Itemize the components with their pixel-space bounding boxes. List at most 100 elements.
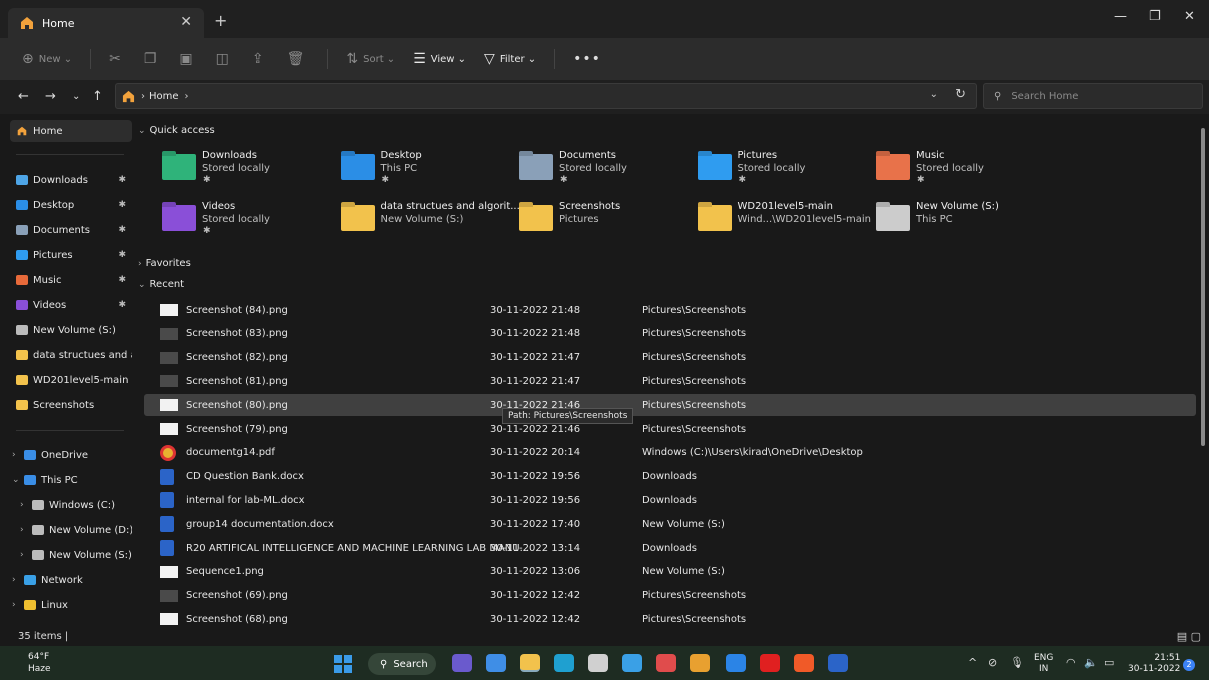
network-off-icon[interactable]: ⊘: [988, 656, 997, 669]
taskbar-app-icon[interactable]: [622, 654, 642, 672]
notification-badge[interactable]: 2: [1183, 659, 1195, 671]
quick-access-tile[interactable]: Screenshots Pictures: [519, 201, 697, 245]
expand-chevron-icon[interactable]: ›: [20, 500, 24, 510]
cut-button[interactable]: ✂: [109, 51, 126, 67]
taskbar-app-icon[interactable]: [794, 654, 814, 672]
recent-file-row[interactable]: Screenshot (84).png 30-11-2022 21:48 Pictu…: [144, 299, 1196, 321]
taskbar-search-button[interactable]: ⚲ Search: [368, 653, 436, 675]
taskbar-app-icon[interactable]: [726, 654, 746, 672]
recent-file-row[interactable]: Screenshot (79).png 30-11-2022 21:46 Pictu…: [144, 418, 1196, 440]
quick-access-tile[interactable]: data structues and algorit... New Volume …: [340, 201, 520, 245]
tab-close-icon[interactable]: ✕: [180, 14, 192, 30]
view-button[interactable]: ☰ View ⌄: [413, 51, 466, 67]
copy-button[interactable]: ❐: [144, 51, 162, 67]
pin-icon[interactable]: ✱: [118, 200, 126, 210]
sidebar-tree-item[interactable]: › Network: [10, 569, 132, 591]
taskbar-app-icon[interactable]: [690, 654, 710, 672]
pin-icon[interactable]: ✱: [118, 300, 126, 310]
taskbar-app-icon[interactable]: [588, 654, 608, 672]
taskbar-app-icon[interactable]: [520, 654, 540, 672]
wifi-icon[interactable]: ◠: [1066, 656, 1076, 669]
sidebar-item-recent-folder[interactable]: New Volume (S:): [10, 319, 132, 341]
sidebar-item-home[interactable]: Home: [10, 120, 132, 142]
sidebar-item-documents[interactable]: Documents ✱: [10, 219, 132, 241]
start-button[interactable]: [334, 655, 352, 673]
expand-chevron-icon[interactable]: ⌄: [12, 475, 20, 485]
pin-icon[interactable]: ✱: [118, 225, 126, 235]
battery-icon[interactable]: ▭: [1104, 656, 1114, 669]
sidebar-item-recent-folder[interactable]: Screenshots: [10, 394, 132, 416]
taskbar-app-icon[interactable]: [760, 654, 780, 672]
recent-file-row[interactable]: group14 documentation.docx 30-11-2022 17:…: [144, 513, 1196, 535]
sidebar-item-videos[interactable]: Videos ✱: [10, 294, 132, 316]
quick-access-tile[interactable]: Desktop This PC ✱: [340, 150, 519, 194]
rename-button[interactable]: ◫: [216, 51, 234, 67]
quick-access-tile[interactable]: Documents Stored locally ✱: [519, 150, 697, 194]
quick-access-tile[interactable]: Downloads Stored locally ✱: [162, 150, 340, 194]
expand-chevron-icon[interactable]: ›: [12, 575, 16, 585]
sidebar-tree-item[interactable]: › Windows (C:): [10, 494, 132, 516]
sidebar-item-pictures[interactable]: Pictures ✱: [10, 244, 132, 266]
delete-button[interactable]: 🗑: [287, 51, 310, 67]
new-tab-button[interactable]: +: [214, 11, 227, 30]
breadcrumb-home[interactable]: Home: [149, 91, 179, 102]
sidebar-item-music[interactable]: Music ✱: [10, 269, 132, 291]
share-button[interactable]: ⇪: [252, 51, 269, 67]
breadcrumb-separator[interactable]: ›: [185, 91, 189, 102]
quick-access-tile[interactable]: Music Stored locally ✱: [876, 150, 1054, 194]
sidebar-tree-item[interactable]: › OneDrive: [10, 444, 132, 466]
recent-file-row[interactable]: Screenshot (82).png 30-11-2022 21:47 Pictu…: [144, 347, 1196, 369]
recent-file-row[interactable]: Sequence1.png 30-11-2022 13:06 New Volume …: [144, 561, 1196, 583]
taskbar-app-icon[interactable]: [452, 654, 472, 672]
recent-locations-chevron-icon[interactable]: ⌄: [72, 91, 80, 102]
clock[interactable]: 21:51 30-11-2022: [1128, 653, 1180, 675]
tray-overflow-icon[interactable]: ^: [968, 656, 977, 669]
quick-access-tile[interactable]: Pictures Stored locally ✱: [697, 150, 876, 194]
vertical-scrollbar[interactable]: [1201, 128, 1205, 446]
expand-chevron-icon[interactable]: ›: [12, 450, 16, 460]
sidebar-item-recent-folder[interactable]: WD201level5-main: [10, 369, 132, 391]
recent-file-row[interactable]: Screenshot (69).png 30-11-2022 12:42 Pictu…: [144, 585, 1196, 607]
sort-button[interactable]: ⇅ Sort ⌄: [346, 51, 395, 67]
speaker-icon[interactable]: 🔈: [1084, 656, 1098, 669]
weather-widget[interactable]: 64°F Haze: [28, 651, 51, 675]
microphone-icon[interactable]: 🎙: [1010, 656, 1024, 669]
minimize-button[interactable]: —: [1114, 9, 1127, 24]
sidebar-tree-item[interactable]: › New Volume (D:): [10, 519, 132, 541]
up-arrow-icon[interactable]: ↑: [92, 89, 103, 104]
sidebar-tree-item[interactable]: › Linux: [10, 594, 132, 616]
back-arrow-icon[interactable]: ←: [18, 89, 29, 104]
taskbar-app-icon[interactable]: [554, 654, 574, 672]
restore-button[interactable]: ❐: [1149, 9, 1161, 24]
recent-file-row[interactable]: internal for lab-ML.docx 30-11-2022 19:56…: [144, 489, 1196, 511]
sidebar-item-downloads[interactable]: Downloads ✱: [10, 169, 132, 191]
more-options-button[interactable]: •••: [573, 51, 601, 67]
search-input[interactable]: [1011, 90, 1182, 102]
taskbar-app-icon[interactable]: [656, 654, 676, 672]
forward-arrow-icon[interactable]: →: [45, 89, 56, 104]
filter-button[interactable]: ▽ Filter ⌄: [484, 51, 536, 67]
pin-icon[interactable]: ✱: [118, 275, 126, 285]
sidebar-tree-item[interactable]: ⌄ This PC: [10, 469, 132, 491]
tab-home[interactable]: Home ✕: [8, 8, 204, 38]
sidebar-item-desktop[interactable]: Desktop ✱: [10, 194, 132, 216]
taskbar-app-icon[interactable]: [486, 654, 506, 672]
address-dropdown-icon[interactable]: ⌄: [930, 89, 938, 100]
language-indicator[interactable]: ENG IN: [1034, 653, 1053, 675]
recent-file-row[interactable]: documentg14.pdf 30-11-2022 20:14 Windows (…: [144, 442, 1196, 464]
pin-icon[interactable]: ✱: [118, 250, 126, 260]
sidebar-tree-item[interactable]: › New Volume (S:): [10, 544, 132, 566]
taskbar-app-icon[interactable]: [828, 654, 848, 672]
close-window-button[interactable]: ✕: [1184, 9, 1195, 24]
recent-file-row[interactable]: Screenshot (83).png 30-11-2022 21:48 Pictu…: [144, 323, 1196, 345]
new-button[interactable]: ⊕ New ⌄: [22, 51, 72, 67]
recent-file-row[interactable]: Screenshot (80).png 30-11-2022 21:46 Pictu…: [144, 394, 1196, 417]
expand-chevron-icon[interactable]: ›: [20, 525, 24, 535]
refresh-icon[interactable]: ↻: [955, 87, 966, 102]
recent-file-row[interactable]: CD Question Bank.docx 30-11-2022 19:56 Dow…: [144, 466, 1196, 488]
paste-button[interactable]: ▣: [179, 51, 197, 67]
view-toggle-icons[interactable]: ▤ ▢: [1177, 630, 1201, 643]
pin-icon[interactable]: ✱: [118, 175, 126, 185]
recent-file-row[interactable]: R20 ARTIFICAL INTELLIGENCE AND MACHINE L…: [144, 537, 1196, 559]
address-bar[interactable]: › Home › ⌄ ↻: [115, 83, 977, 109]
